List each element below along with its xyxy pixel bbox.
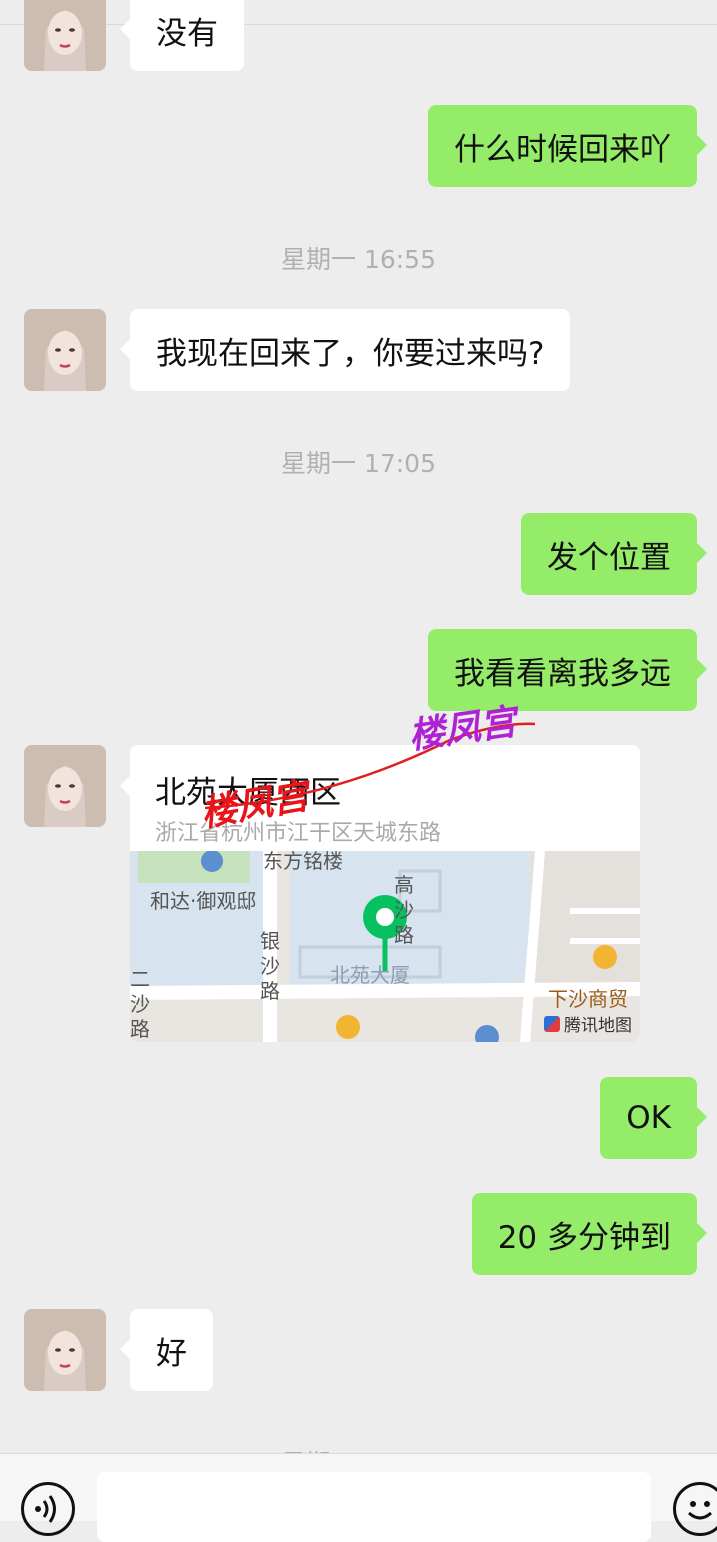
message-text: 没有 <box>156 15 218 52</box>
bubble-tail <box>120 776 130 796</box>
message-bubble-sent[interactable]: OK <box>600 1077 707 1159</box>
emoji-button[interactable] <box>673 1482 717 1536</box>
map-label: 北苑大厦 <box>330 963 410 987</box>
map-label: 东方铭楼 <box>263 849 343 873</box>
timestamp: 星期一 17:05 <box>281 449 436 478</box>
map-label: 银 沙 路 <box>260 929 280 1003</box>
message-bubble-received[interactable]: 没有 <box>120 0 244 71</box>
map-credit-label: 腾讯地图 <box>564 1016 632 1036</box>
message-text: OK <box>626 1100 671 1136</box>
map-label: 和达·御观邸 <box>150 889 257 913</box>
emoji-icon <box>687 1501 713 1520</box>
message-text: 我现在回来了，你要过来吗? <box>156 335 545 372</box>
contact-avatar[interactable] <box>24 309 106 391</box>
timestamp: 星期一 16:55 <box>281 245 436 274</box>
message-text: 20 多分钟到 <box>497 1219 671 1256</box>
message-text: 好 <box>156 1335 187 1372</box>
voice-icon <box>35 1495 56 1523</box>
top-separator <box>0 0 717 25</box>
message-input[interactable] <box>97 1472 651 1542</box>
message-bubble-sent[interactable]: 发个位置 <box>521 513 707 595</box>
message-text: 什么时候回来吖 <box>454 131 671 168</box>
chat-input-bar <box>0 1453 717 1542</box>
compass-icon <box>544 1015 560 1032</box>
map-credit: 腾讯地图 <box>544 1011 632 1036</box>
message-bubble-sent[interactable]: 20 多分钟到 <box>471 1193 708 1275</box>
voice-input-button[interactable] <box>21 1482 75 1536</box>
message-bubble-sent[interactable]: 什么时候回来吖 <box>428 105 707 187</box>
map-preview[interactable]: 东方铭楼 和达·御观邸 高 沙 路 银 沙 路 二 沙 路 北苑大厦 下沙商贸 … <box>130 849 640 1042</box>
message-bubble-received[interactable]: 好 <box>120 1309 213 1391</box>
contact-avatar[interactable] <box>24 1309 106 1391</box>
message-bubble-received[interactable]: 我现在回来了，你要过来吗? <box>119 309 571 391</box>
map-label: 二 沙 路 <box>130 967 150 1041</box>
contact-avatar[interactable] <box>24 745 106 827</box>
map-label: 高 沙 路 <box>394 873 414 947</box>
map-label: 下沙商贸 <box>548 987 628 1011</box>
message-text: 我看看离我多远 <box>454 655 671 692</box>
contact-avatar[interactable] <box>24 0 106 71</box>
message-text: 发个位置 <box>547 539 671 576</box>
